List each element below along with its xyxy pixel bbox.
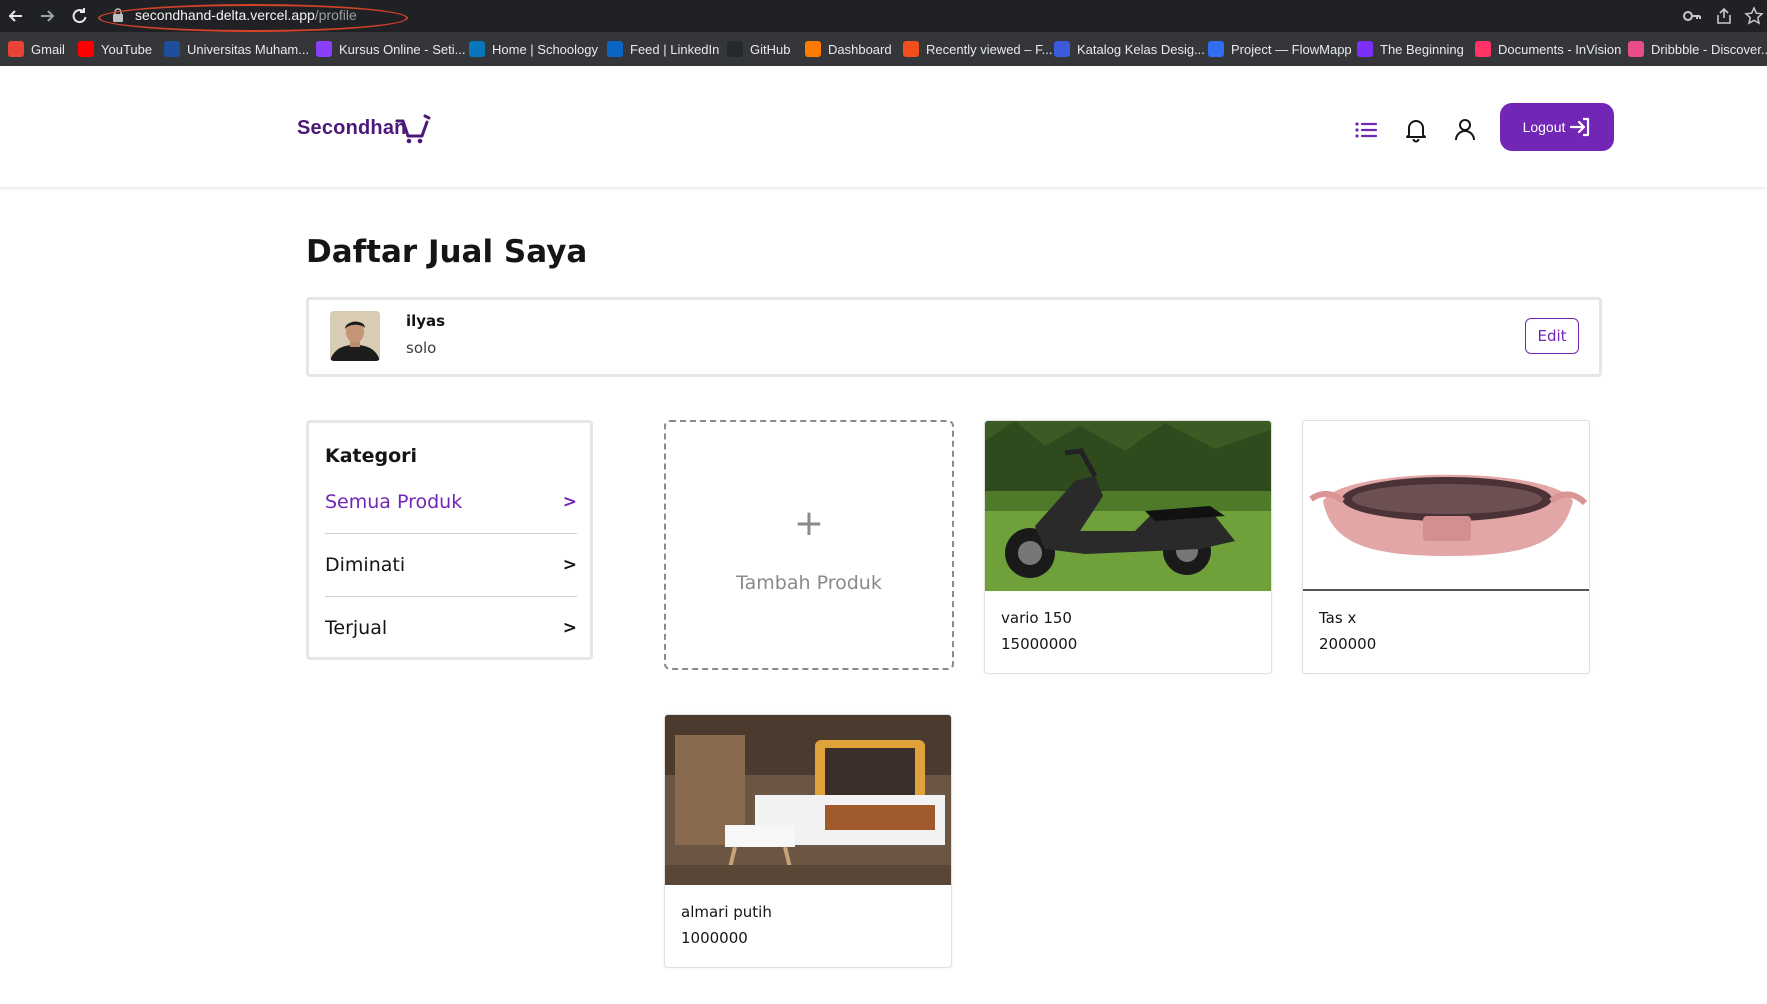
bookmark-item[interactable]: Dashboard bbox=[805, 39, 892, 59]
user-icon bbox=[1455, 119, 1475, 141]
logout-icon bbox=[1570, 117, 1590, 137]
category-item-diminati[interactable]: Diminati > bbox=[325, 534, 577, 596]
bookmark-label: Dashboard bbox=[828, 41, 892, 57]
product-name: vario 150 bbox=[1001, 609, 1072, 627]
secondhand-logo[interactable]: Secondhan bbox=[297, 113, 431, 147]
chevron-right-icon: > bbox=[562, 555, 577, 575]
seller-card: ilyas solo Edit bbox=[306, 297, 1602, 377]
product-price: 1000000 bbox=[681, 929, 748, 947]
bookmark-item[interactable]: Project — FlowMapp bbox=[1208, 39, 1352, 59]
category-label: Diminati bbox=[325, 554, 406, 576]
bookmark-label: Recently viewed – F... bbox=[926, 41, 1053, 57]
key-icon[interactable] bbox=[1682, 6, 1702, 26]
bookmark-item[interactable]: Gmail bbox=[8, 39, 65, 59]
bookmark-label: Home | Schoology bbox=[492, 41, 598, 57]
product-price: 200000 bbox=[1319, 635, 1377, 653]
bookmark-label: The Beginning bbox=[1380, 41, 1464, 57]
category-label: Semua Produk bbox=[325, 491, 463, 513]
bookmark-label: Gmail bbox=[31, 41, 65, 57]
course-icon bbox=[316, 41, 332, 57]
product-price: 15000000 bbox=[1001, 635, 1078, 653]
plus-icon: + bbox=[793, 503, 825, 544]
github-icon bbox=[727, 41, 743, 57]
share-icon[interactable] bbox=[1714, 6, 1734, 26]
back-icon[interactable] bbox=[4, 4, 28, 28]
bookmark-item[interactable]: YouTube bbox=[78, 39, 152, 59]
seller-city: solo bbox=[406, 339, 437, 357]
url-highlight-annotation bbox=[98, 4, 408, 32]
product-image bbox=[665, 715, 951, 885]
schoology-icon bbox=[469, 41, 485, 57]
katalog-icon bbox=[1054, 41, 1070, 57]
figma-icon bbox=[903, 41, 919, 57]
university-icon bbox=[164, 41, 180, 57]
category-panel: Kategori Semua Produk > Diminati > Terju… bbox=[306, 420, 593, 660]
bookmark-item[interactable]: Kursus Online - Seti... bbox=[316, 39, 465, 59]
reload-icon[interactable] bbox=[67, 4, 91, 28]
bookmark-item[interactable]: Feed | LinkedIn bbox=[607, 39, 719, 59]
bookmark-item[interactable]: Universitas Muham... bbox=[164, 39, 309, 59]
youtube-icon bbox=[78, 41, 94, 57]
bookmark-item[interactable]: Home | Schoology bbox=[469, 39, 598, 59]
bookmark-label: YouTube bbox=[101, 41, 153, 57]
flowmapp-icon bbox=[1208, 41, 1224, 57]
bookmark-label: GitHub bbox=[750, 41, 791, 57]
profile-button[interactable] bbox=[1445, 110, 1485, 150]
list-menu-button[interactable] bbox=[1346, 110, 1386, 150]
invision-icon bbox=[1475, 41, 1491, 57]
bookmark-label: Kursus Online - Seti... bbox=[339, 41, 466, 57]
dashboard-icon bbox=[805, 41, 821, 57]
bookmark-item[interactable]: Katalog Kelas Desig... bbox=[1054, 39, 1205, 59]
product-card-tas[interactable]: Tas x 200000 bbox=[1302, 420, 1590, 674]
page-title: Daftar Jual Saya bbox=[306, 234, 588, 270]
category-label: Terjual bbox=[325, 617, 388, 639]
dribbble-icon bbox=[1628, 41, 1644, 57]
bookmark-label: Project — FlowMapp bbox=[1231, 41, 1352, 57]
beginning-icon bbox=[1357, 41, 1373, 57]
logout-label: Logout bbox=[1522, 119, 1566, 135]
bookmark-label: Katalog Kelas Desig... bbox=[1077, 41, 1205, 57]
bookmark-label: Feed | LinkedIn bbox=[630, 41, 720, 57]
bookmark-label: Dribbble - Discover... bbox=[1651, 41, 1767, 57]
browser-toolbar: secondhand-delta.vercel.app/profile bbox=[0, 0, 1767, 32]
product-name: Tas x bbox=[1319, 609, 1357, 627]
add-product-label: Tambah Produk bbox=[736, 572, 882, 594]
bookmark-item[interactable]: Dribbble - Discover... bbox=[1628, 39, 1767, 59]
chevron-right-icon: > bbox=[562, 618, 577, 638]
forward-icon[interactable] bbox=[35, 4, 59, 28]
logout-button[interactable]: Logout bbox=[1500, 103, 1614, 151]
product-image bbox=[1303, 421, 1589, 591]
logo-text: Secondhan bbox=[297, 117, 407, 139]
bell-icon bbox=[1406, 120, 1426, 143]
add-product-card[interactable]: + Tambah Produk bbox=[664, 420, 954, 670]
cart-icon bbox=[395, 114, 431, 144]
avatar bbox=[330, 311, 380, 361]
product-card-vario[interactable]: vario 150 15000000 bbox=[984, 420, 1272, 674]
category-title: Kategori bbox=[325, 445, 418, 467]
category-item-terjual[interactable]: Terjual > bbox=[325, 597, 577, 659]
bookmark-item[interactable]: The Beginning bbox=[1357, 39, 1464, 59]
gmail-icon bbox=[8, 41, 24, 57]
bookmark-item[interactable]: GitHub bbox=[727, 39, 790, 59]
star-icon[interactable] bbox=[1744, 6, 1764, 26]
list-icon bbox=[1355, 122, 1378, 138]
linkedin-icon bbox=[607, 41, 623, 57]
bookmark-item[interactable]: Recently viewed – F... bbox=[903, 39, 1052, 59]
category-item-semua-produk[interactable]: Semua Produk > bbox=[325, 471, 577, 533]
bookmark-item[interactable]: Documents - InVision bbox=[1475, 39, 1621, 59]
chevron-right-icon: > bbox=[562, 492, 577, 512]
product-card-almari[interactable]: almari putih 1000000 bbox=[664, 714, 952, 968]
product-name: almari putih bbox=[681, 903, 772, 921]
edit-profile-button[interactable]: Edit bbox=[1525, 318, 1579, 354]
notification-button[interactable] bbox=[1396, 110, 1436, 150]
product-image bbox=[985, 421, 1271, 591]
bookmark-label: Universitas Muham... bbox=[187, 41, 310, 57]
bookmark-label: Documents - InVision bbox=[1498, 41, 1622, 57]
seller-name: ilyas bbox=[406, 312, 446, 330]
